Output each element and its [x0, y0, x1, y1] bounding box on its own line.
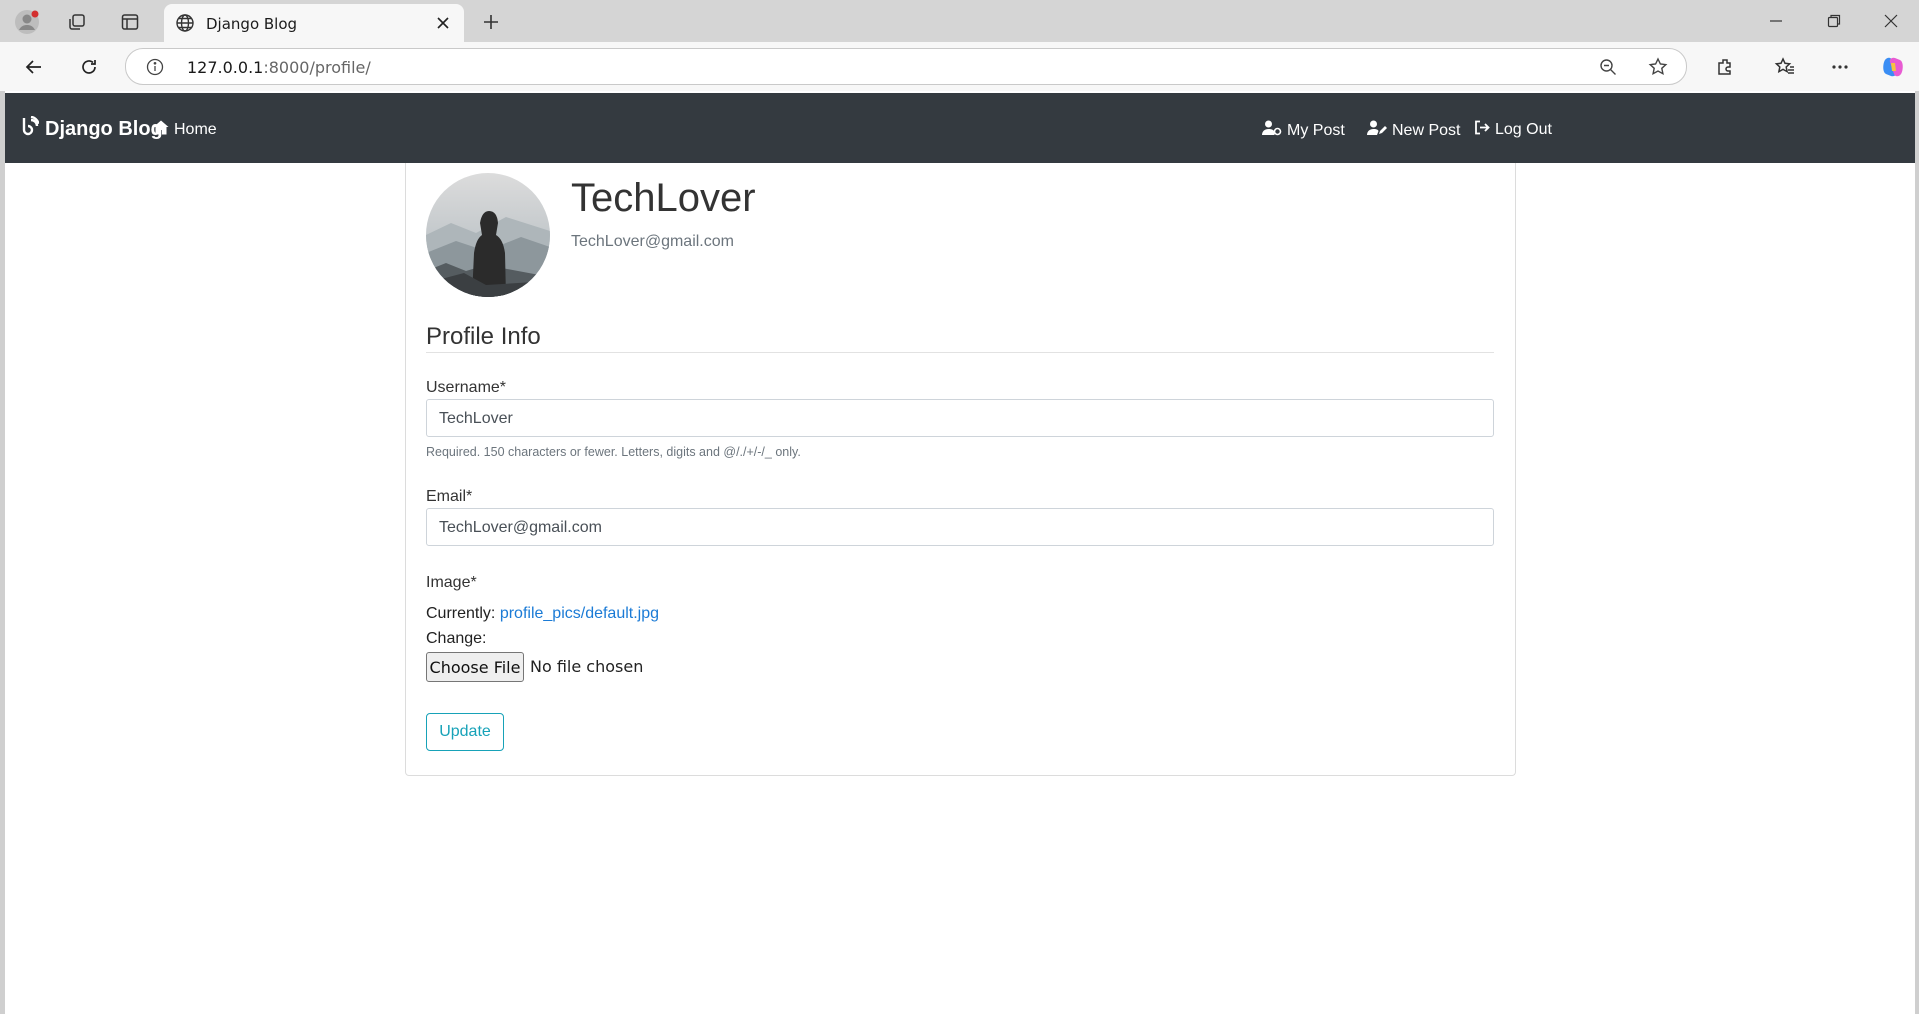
- close-tab-icon[interactable]: [432, 12, 454, 34]
- back-icon[interactable]: [18, 51, 50, 83]
- address-bar[interactable]: 127.0.0.1:8000/profile/: [125, 48, 1687, 85]
- extensions-icon[interactable]: [1709, 51, 1741, 83]
- site-info-icon[interactable]: [146, 58, 164, 81]
- nav-log-out[interactable]: Log Out: [1474, 120, 1552, 140]
- user-edit-icon: [1367, 120, 1387, 141]
- sign-out-icon: [1474, 120, 1490, 140]
- copilot-icon[interactable]: [1877, 51, 1909, 83]
- profile-email: TechLover@gmail.com: [571, 233, 734, 250]
- minimize-icon[interactable]: [1762, 8, 1790, 34]
- browser-toolbar: 127.0.0.1:8000/profile/: [0, 42, 1919, 91]
- site-navbar: Django Blog Home My Post New Post Log Ou…: [5, 93, 1915, 163]
- username-help-text: Required. 150 characters or fewer. Lette…: [426, 445, 801, 459]
- zoom-out-icon[interactable]: [1599, 58, 1617, 81]
- file-status-text: No file chosen: [530, 657, 644, 676]
- restore-icon[interactable]: [1820, 8, 1848, 34]
- nav-log-out-label: Log Out: [1495, 121, 1552, 138]
- email-label: Email*: [426, 488, 473, 505]
- nav-home[interactable]: Home: [153, 120, 217, 140]
- username-input-value: TechLover: [439, 410, 513, 427]
- username-label: Username*: [426, 379, 507, 396]
- username-input[interactable]: TechLover: [426, 399, 1494, 437]
- choose-file-button[interactable]: Choose File: [426, 652, 524, 682]
- currently-label: Currently:: [426, 605, 496, 622]
- url-text[interactable]: 127.0.0.1:8000/profile/: [187, 58, 371, 77]
- user-cog-icon: [1262, 120, 1282, 141]
- reload-icon[interactable]: [73, 51, 105, 83]
- browser-tab-bar: Django Blog: [0, 0, 1919, 42]
- nav-new-post[interactable]: New Post: [1367, 120, 1460, 141]
- nav-new-post-label: New Post: [1392, 121, 1461, 139]
- image-label: Image*: [426, 574, 477, 591]
- form-legend: Profile Info: [426, 323, 541, 350]
- new-tab-icon[interactable]: [476, 7, 506, 37]
- current-image-row: Currently: profile_pics/default.jpg: [426, 605, 659, 623]
- favorite-star-icon[interactable]: [1648, 57, 1668, 82]
- update-button[interactable]: Update: [426, 713, 504, 751]
- email-input[interactable]: TechLover@gmail.com: [426, 508, 1494, 546]
- profile-card: TechLover TechLover@gmail.com Profile In…: [405, 163, 1516, 776]
- profile-username: TechLover: [571, 176, 756, 220]
- profile-avatar: [426, 173, 550, 297]
- home-icon: [153, 120, 169, 140]
- tab-title: Django Blog: [206, 15, 298, 33]
- nav-my-post[interactable]: My Post: [1262, 120, 1345, 141]
- profile-icon[interactable]: [12, 7, 42, 37]
- page-viewport: Django Blog Home My Post New Post Log Ou…: [5, 91, 1915, 1014]
- brand-text: Django Blog: [45, 117, 163, 140]
- current-image-link[interactable]: profile_pics/default.jpg: [500, 605, 659, 622]
- tab-actions-icon[interactable]: [115, 7, 145, 37]
- close-window-icon[interactable]: [1877, 8, 1905, 34]
- workspaces-icon[interactable]: [62, 7, 92, 37]
- browser-tab[interactable]: Django Blog: [164, 4, 464, 42]
- nav-home-label: Home: [174, 121, 217, 138]
- nav-my-post-label: My Post: [1287, 121, 1345, 139]
- more-options-icon[interactable]: [1824, 51, 1856, 83]
- brand-link[interactable]: Django Blog: [21, 115, 163, 142]
- globe-icon: [175, 13, 195, 38]
- blog-logo-icon: [21, 115, 40, 142]
- favorites-icon[interactable]: [1769, 51, 1801, 83]
- legend-divider: [426, 352, 1494, 353]
- email-input-value: TechLover@gmail.com: [439, 519, 602, 536]
- change-label: Change:: [426, 630, 487, 647]
